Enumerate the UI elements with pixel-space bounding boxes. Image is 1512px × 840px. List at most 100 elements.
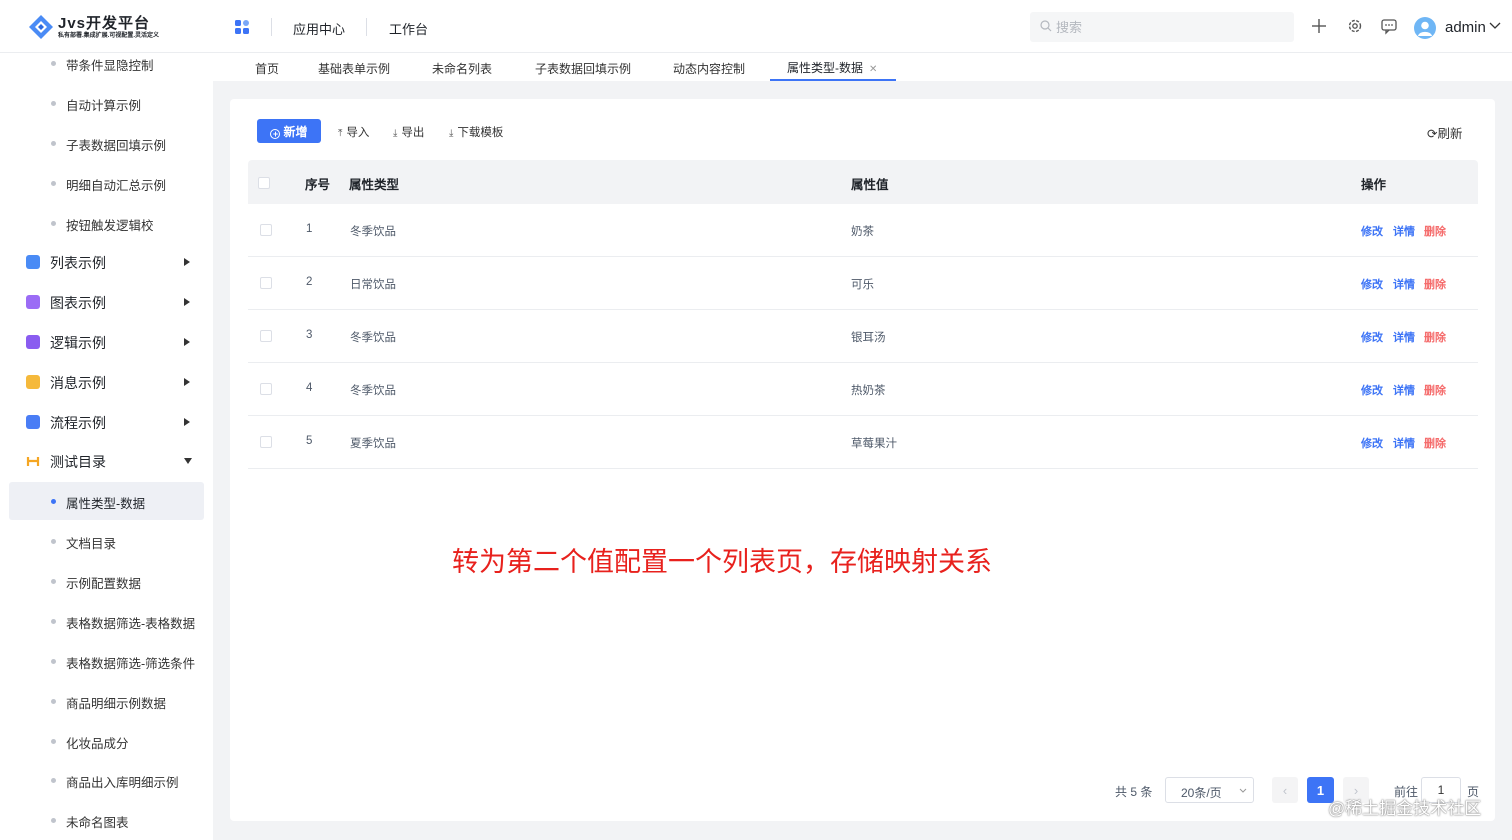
detail-button[interactable]: 详情: [1393, 223, 1415, 239]
avatar[interactable]: [1414, 17, 1436, 39]
sidebar-item-cosmetics[interactable]: 化妆品成分: [0, 722, 213, 760]
bullet-icon: [51, 619, 56, 624]
tab-dynamic-content[interactable]: 动态内容控制: [673, 53, 745, 81]
new-button[interactable]: + 新增: [257, 119, 321, 143]
delete-button[interactable]: 删除: [1424, 276, 1446, 292]
plus-icon[interactable]: [1310, 17, 1328, 35]
sidebar-item-label: 自动计算示例: [66, 99, 142, 113]
row-checkbox[interactable]: [260, 330, 272, 342]
logo-subtitle: 私有部署.集成扩展.可视配置.灵活定义: [58, 33, 160, 39]
message-icon[interactable]: [1380, 17, 1398, 35]
row-checkbox[interactable]: [260, 277, 272, 289]
sidebar-item-label: 示例配置数据: [66, 577, 142, 591]
detail-button[interactable]: 详情: [1393, 329, 1415, 345]
sidebar-item-subtable-backfill[interactable]: 子表数据回填示例: [0, 124, 213, 162]
sidebar-item-inventory[interactable]: 商品出入库明细示例: [0, 761, 213, 799]
close-icon[interactable]: ✕: [869, 64, 877, 75]
tab-label: 未命名列表: [432, 62, 493, 76]
tab-subtable-backfill[interactable]: 子表数据回填示例: [535, 53, 631, 81]
sidebar-item-label: 表格数据筛选-表格数据: [66, 617, 196, 631]
sidebar-item-label: 文档目录: [66, 537, 117, 551]
chart-icon: [26, 295, 40, 309]
refresh-label: 刷新: [1437, 127, 1463, 141]
sidebar-group-flow[interactable]: 流程示例: [0, 403, 213, 441]
nav-workbench[interactable]: 工作台: [389, 19, 428, 38]
sidebar-group-chart[interactable]: 图表示例: [0, 283, 213, 321]
sidebar-group-label: 消息示例: [50, 375, 106, 391]
sidebar-item-attribute-data[interactable]: 属性类型-数据: [9, 482, 204, 520]
sidebar-item-filter-table[interactable]: 表格数据筛选-表格数据: [0, 602, 213, 640]
folder-icon: [26, 457, 40, 466]
detail-button[interactable]: 详情: [1393, 276, 1415, 292]
delete-button[interactable]: 删除: [1424, 223, 1446, 239]
import-button[interactable]: ⤒ 导入: [338, 124, 369, 140]
col-type: 属性类型: [349, 178, 400, 192]
cell-value: 草莓果汁: [851, 438, 897, 450]
table-row: 2 日常饮品 可乐 修改 详情 删除: [248, 257, 1478, 310]
sidebar-item-button-logic[interactable]: 按钮触发逻辑校: [0, 204, 213, 242]
sidebar-item-conditional-visibility[interactable]: 带条件显隐控制: [0, 44, 213, 82]
edit-button[interactable]: 修改: [1361, 276, 1383, 292]
col-value: 属性值: [851, 178, 889, 192]
edit-button[interactable]: 修改: [1361, 223, 1383, 239]
sidebar-group-label: 流程示例: [50, 415, 106, 431]
flow-icon: [26, 415, 40, 429]
tab-attribute-data[interactable]: 属性类型-数据 ✕: [770, 53, 896, 81]
delete-button[interactable]: 删除: [1424, 329, 1446, 345]
sidebar-group-logic[interactable]: 逻辑示例: [0, 323, 213, 361]
chevron-down-icon[interactable]: [1489, 21, 1501, 31]
upload-icon: ⤒: [338, 128, 343, 139]
bullet-icon: [51, 221, 56, 226]
tab-home[interactable]: 首页: [255, 53, 279, 81]
sidebar-item-label: 商品明细示例数据: [66, 697, 167, 711]
search-input[interactable]: [1056, 18, 1276, 36]
sidebar-item-detail-summary[interactable]: 明细自动汇总示例: [0, 164, 213, 202]
tab-unnamed-list[interactable]: 未命名列表: [432, 53, 492, 81]
edit-button[interactable]: 修改: [1361, 329, 1383, 345]
sidebar-group-list[interactable]: 列表示例: [0, 243, 213, 281]
sidebar-item-unnamed-chart[interactable]: 未命名图表: [0, 801, 213, 839]
sidebar-item-filter-conditions[interactable]: 表格数据筛选-筛选条件: [0, 642, 213, 680]
user-name[interactable]: admin: [1445, 19, 1486, 36]
delete-button[interactable]: 删除: [1424, 382, 1446, 398]
bullet-icon: [51, 739, 56, 744]
page-size-select[interactable]: 20条/页: [1165, 777, 1254, 803]
delete-button[interactable]: 删除: [1424, 435, 1446, 451]
import-label: 导入: [346, 127, 370, 139]
bullet-icon: [51, 499, 56, 504]
brand-watermark: @稀土掘金技术社区: [1328, 799, 1482, 818]
tab-label: 子表数据回填示例: [535, 62, 632, 76]
bullet-icon: [51, 181, 56, 186]
row-checkbox[interactable]: [260, 383, 272, 395]
bullet-icon: [51, 141, 56, 146]
export-button[interactable]: ⤓ 导出: [393, 124, 424, 140]
detail-button[interactable]: 详情: [1393, 435, 1415, 451]
sidebar-group-test[interactable]: 测试目录: [0, 442, 213, 480]
row-checkbox[interactable]: [260, 436, 272, 448]
row-checkbox[interactable]: [260, 224, 272, 236]
apps-grid-icon[interactable]: [234, 19, 250, 35]
logic-icon: [26, 335, 40, 349]
sidebar-group-message[interactable]: 消息示例: [0, 363, 213, 401]
sidebar-item-sample-config[interactable]: 示例配置数据: [0, 562, 213, 600]
gear-icon[interactable]: [1346, 17, 1364, 35]
sidebar-item-auto-calc[interactable]: 自动计算示例: [0, 84, 213, 122]
sidebar-item-goods-detail[interactable]: 商品明细示例数据: [0, 682, 213, 720]
download-template-button[interactable]: ⤓ 下载模板: [449, 124, 503, 140]
nav-app-center[interactable]: 应用中心: [293, 19, 345, 38]
col-index: 序号: [305, 178, 331, 192]
plus-circle-icon: +: [270, 128, 281, 139]
sidebar-item-docs[interactable]: 文档目录: [0, 522, 213, 560]
cell-value: 奶茶: [851, 226, 874, 238]
select-all-checkbox[interactable]: [258, 177, 270, 189]
edit-button[interactable]: 修改: [1361, 382, 1383, 398]
tab-basic-form[interactable]: 基础表单示例: [318, 53, 390, 81]
refresh-button[interactable]: ⟳刷新: [1427, 123, 1463, 142]
detail-button[interactable]: 详情: [1393, 382, 1415, 398]
logo[interactable]: Jvs开发平台 私有部署.集成扩展.可视配置.灵活定义: [28, 10, 188, 42]
bullet-icon: [51, 699, 56, 704]
table-row: 3 冬季饮品 银耳汤 修改 详情 删除: [248, 310, 1478, 363]
search-box[interactable]: [1030, 12, 1294, 42]
prev-page-button[interactable]: ‹: [1272, 777, 1298, 803]
edit-button[interactable]: 修改: [1361, 435, 1383, 451]
